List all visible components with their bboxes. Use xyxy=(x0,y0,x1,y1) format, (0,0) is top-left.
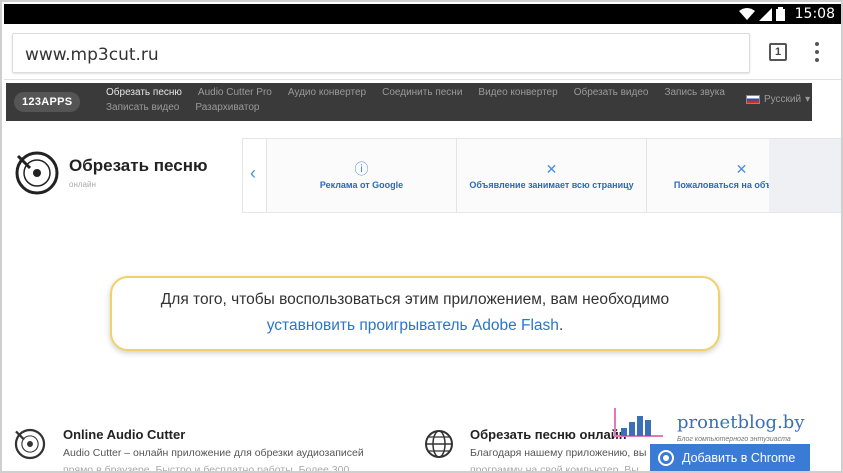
feature-title: Обрезать песню онлайн xyxy=(470,427,627,442)
close-icon: ✕ xyxy=(545,161,558,177)
nav-link-audio-cutter-pro[interactable]: Audio Cutter Pro xyxy=(198,87,272,102)
ad-image-placeholder xyxy=(769,139,841,212)
add-to-chrome-button[interactable]: Добавить в Chrome xyxy=(650,444,810,471)
flash-notice-suffix: . xyxy=(558,317,564,334)
watermark-tagline: Блог компьютерного энтузиаста xyxy=(677,436,791,443)
nav-link-record-video[interactable]: Записать видео xyxy=(106,102,179,117)
nav-link-unarchiver[interactable]: Разархиватор xyxy=(195,102,259,117)
tab-switcher-button[interactable]: 1 xyxy=(769,43,787,61)
info-icon: ⓘ xyxy=(354,161,369,177)
signal-icon xyxy=(759,7,772,21)
overflow-menu-icon[interactable] xyxy=(814,42,820,64)
vinyl-record-icon xyxy=(15,151,59,195)
feature-description: прямо в браузере. Быстро и бесплатно раб… xyxy=(63,464,350,473)
nav-link-cut-video[interactable]: Обрезать видео xyxy=(574,87,649,102)
screen: 15:08 www.mp3cut.ru 1 123APPS Обрезать п… xyxy=(0,0,843,473)
flash-required-notice: Для того, чтобы воспользоваться этим при… xyxy=(110,276,720,351)
page-subtitle: онлайн xyxy=(69,180,96,189)
address-bar[interactable]: www.mp3cut.ru xyxy=(12,33,750,73)
install-flash-link[interactable]: уставновить проигрыватель Adobe Flash xyxy=(267,317,559,334)
page-title: Обрезать песню xyxy=(69,156,208,175)
nav-link-record-audio[interactable]: Запись звука xyxy=(664,87,724,102)
feature-title: Online Audio Cutter xyxy=(63,427,186,442)
ad-cell-label: Объявление занимает всю страницу xyxy=(469,180,634,190)
ad-cell-label: Реклама от Google xyxy=(319,180,404,190)
status-icons xyxy=(739,7,785,21)
vinyl-record-icon xyxy=(14,428,46,460)
flash-notice-line2: уставновить проигрыватель Adobe Flash. xyxy=(112,317,718,335)
site-logo[interactable]: 123APPS xyxy=(14,92,81,112)
ad-prev-button[interactable]: ‹ xyxy=(243,139,267,212)
russia-flag-icon xyxy=(746,95,760,104)
browser-toolbar: www.mp3cut.ru 1 xyxy=(4,24,841,80)
globe-icon xyxy=(425,430,453,458)
site-nav: 123APPS Обрезать песню Audio Cutter Pro … xyxy=(6,83,812,121)
chrome-icon xyxy=(658,449,674,466)
language-selector[interactable]: Русский ▾ xyxy=(746,94,810,105)
ad-cell-google[interactable]: ⓘ Реклама от Google xyxy=(267,139,457,212)
nav-link-video-converter[interactable]: Видео конвертер xyxy=(478,87,557,102)
ad-banner: ‹ ⓘ Реклама от Google ✕ Объявление заним… xyxy=(242,138,841,213)
status-bar: 15:08 xyxy=(4,4,841,24)
add-to-chrome-label: Добавить в Chrome xyxy=(682,450,796,465)
ad-cell-fullpage[interactable]: ✕ Объявление занимает всю страницу xyxy=(457,139,647,212)
watermark-name: pronetblog.by xyxy=(677,412,805,433)
clock: 15:08 xyxy=(794,6,835,22)
feature-description: Благодаря нашему приложению, вы xyxy=(470,447,647,459)
chevron-left-icon: ‹ xyxy=(250,163,256,183)
url-text: www.mp3cut.ru xyxy=(25,45,159,65)
wifi-icon xyxy=(739,7,755,20)
feature-description: Audio Cutter – онлайн приложение для обр… xyxy=(63,447,364,459)
nav-link-audio-converter[interactable]: Аудио конвертер xyxy=(288,87,366,102)
pronetblog-logo-icon xyxy=(614,408,663,437)
nav-links: Обрезать песню Audio Cutter Pro Аудио ко… xyxy=(106,87,736,117)
feature-description: программу на свой компьютер. Вы xyxy=(470,464,639,473)
nav-link-join-songs[interactable]: Соединить песни xyxy=(382,87,462,102)
chevron-down-icon: ▾ xyxy=(805,94,811,105)
language-label: Русский xyxy=(764,94,802,105)
nav-link-cut-song[interactable]: Обрезать песню xyxy=(106,87,182,102)
battery-icon xyxy=(776,7,785,21)
flash-notice-text: Для того, чтобы воспользоваться этим при… xyxy=(160,291,670,308)
